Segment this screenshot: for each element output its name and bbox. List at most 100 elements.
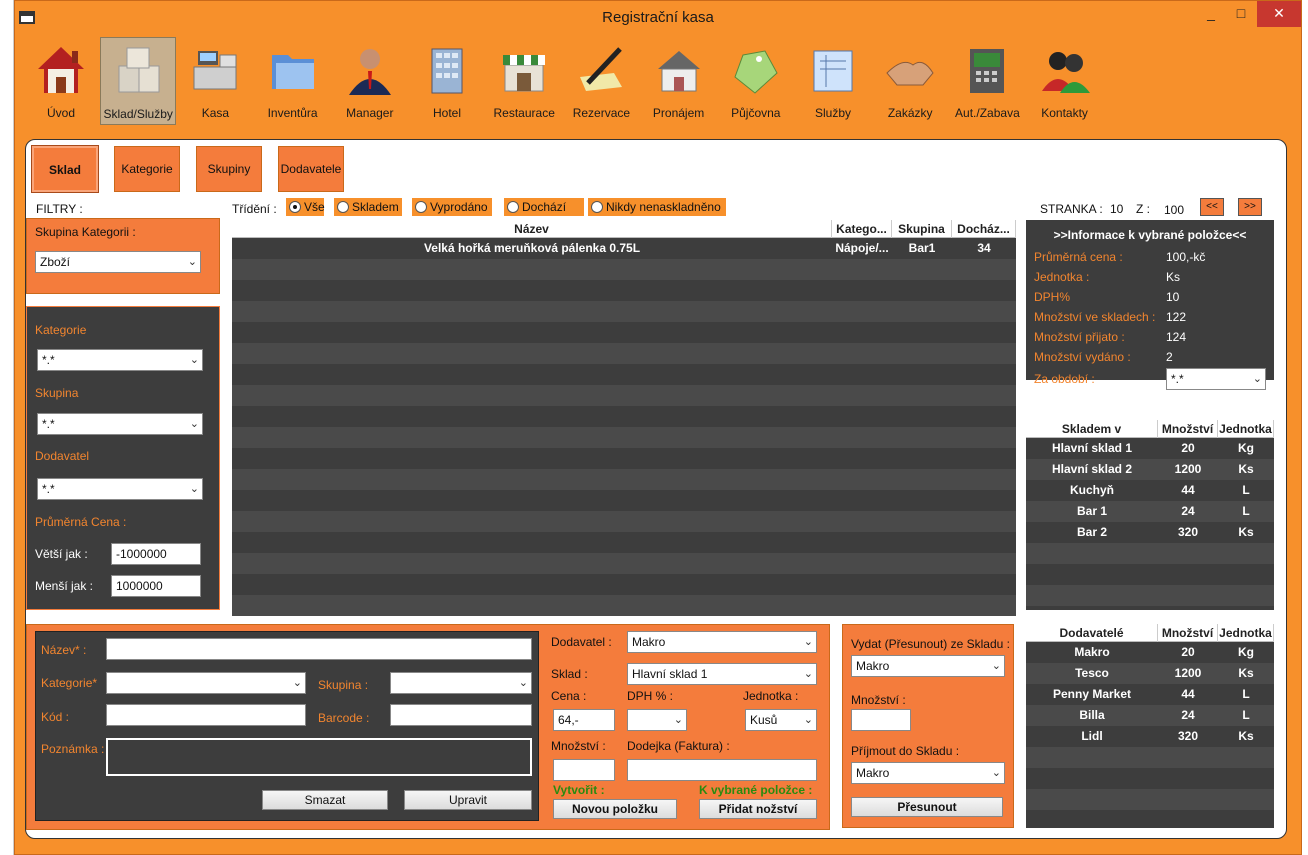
close-button[interactable]: ✕ bbox=[1257, 1, 1301, 27]
kod-input[interactable] bbox=[106, 704, 306, 726]
obdobi-select[interactable]: *.* ⌄ bbox=[1166, 368, 1266, 390]
vydat-select[interactable]: Makro ⌄ bbox=[851, 655, 1005, 677]
col-dodavatele[interactable]: Dodavatelé bbox=[1026, 624, 1158, 642]
col-skupina[interactable]: Skupina bbox=[892, 220, 952, 238]
table-row[interactable]: Bar 2 320 Ks bbox=[1026, 522, 1274, 543]
table-row[interactable] bbox=[232, 406, 1016, 427]
dodavatel-filter-select[interactable]: *.* ⌄ bbox=[37, 478, 203, 500]
next-page-button[interactable]: >> bbox=[1238, 198, 1262, 216]
table-row[interactable] bbox=[232, 280, 1016, 301]
table-row[interactable]: Makro 20 Kg bbox=[1026, 642, 1274, 663]
col-mnozstvi[interactable]: Množství bbox=[1158, 624, 1218, 642]
sort-dochazi[interactable]: Dochází bbox=[504, 198, 584, 216]
col-kategorie[interactable]: Katego... bbox=[832, 220, 892, 238]
toolbar-manager-button[interactable]: Manager bbox=[332, 37, 408, 125]
table-row[interactable]: Billa 24 L bbox=[1026, 705, 1274, 726]
sort-vse[interactable]: Vše bbox=[286, 198, 325, 216]
table-row[interactable] bbox=[232, 574, 1016, 595]
table-row[interactable]: Hlavní sklad 1 20 Kg bbox=[1026, 438, 1274, 459]
mensi-input[interactable]: 1000000 bbox=[111, 575, 201, 597]
toolbar-price-tag-button[interactable]: Půjčovna bbox=[718, 37, 794, 125]
sort-vyprodano[interactable]: Vyprodáno bbox=[412, 198, 492, 216]
table-row[interactable] bbox=[1026, 768, 1274, 789]
tab-kategorie[interactable]: Kategorie bbox=[114, 146, 180, 192]
toolbar-atm-button[interactable]: Aut./Zabava bbox=[949, 37, 1025, 125]
col-dochazi[interactable]: Docház... bbox=[952, 220, 1016, 238]
nazev-input[interactable] bbox=[106, 638, 532, 660]
nova-polozka-button[interactable]: Novou položku bbox=[553, 799, 677, 819]
tab-skupiny[interactable]: Skupiny bbox=[196, 146, 262, 192]
col-jednotka[interactable]: Jednotka bbox=[1218, 624, 1274, 642]
maximize-button[interactable]: □ bbox=[1227, 1, 1255, 27]
dodejka-input[interactable] bbox=[627, 759, 817, 781]
table-row[interactable] bbox=[232, 595, 1016, 616]
toolbar-house-rent-button[interactable]: Pronájem bbox=[641, 37, 717, 125]
table-row[interactable]: Bar 1 24 L bbox=[1026, 501, 1274, 522]
table-row[interactable] bbox=[1026, 789, 1274, 810]
toolbar-building-button[interactable]: Hotel bbox=[409, 37, 485, 125]
skupina-select[interactable]: ⌄ bbox=[390, 672, 532, 694]
toolbar-folder-button[interactable]: Inventůra bbox=[255, 37, 331, 125]
category-group-select[interactable]: Zboží ⌄ bbox=[35, 251, 201, 273]
poznamka-textarea[interactable] bbox=[106, 738, 532, 776]
table-row[interactable] bbox=[232, 301, 1016, 322]
table-row[interactable]: Tesco 1200 Ks bbox=[1026, 663, 1274, 684]
table-row[interactable] bbox=[232, 385, 1016, 406]
dph-select[interactable]: ⌄ bbox=[627, 709, 687, 731]
table-row[interactable]: Lidl 320 Ks bbox=[1026, 726, 1274, 747]
table-row[interactable] bbox=[232, 343, 1016, 364]
pridat-mnozstvi-button[interactable]: Přidat nožství bbox=[699, 799, 817, 819]
col-nazev[interactable]: Název bbox=[232, 220, 832, 238]
toolbar-shop-button[interactable]: Restaurace bbox=[486, 37, 562, 125]
upravit-button[interactable]: Upravit bbox=[404, 790, 532, 810]
table-row[interactable] bbox=[232, 553, 1016, 574]
table-row[interactable] bbox=[1026, 747, 1274, 768]
col-mnozstvi[interactable]: Množství bbox=[1158, 420, 1218, 438]
table-row[interactable] bbox=[1026, 543, 1274, 564]
toolbar-handshake-button[interactable]: Zakázky bbox=[872, 37, 948, 125]
transfer-mnozstvi-input[interactable] bbox=[851, 709, 911, 731]
table-row[interactable]: Penny Market 44 L bbox=[1026, 684, 1274, 705]
mnozstvi-input[interactable] bbox=[553, 759, 615, 781]
prijmout-select[interactable]: Makro ⌄ bbox=[851, 762, 1005, 784]
kategorie-select[interactable]: ⌄ bbox=[106, 672, 306, 694]
tab-sklad[interactable]: Sklad bbox=[31, 145, 99, 193]
tab-dodavatele[interactable]: Dodavatele bbox=[278, 146, 344, 192]
table-row[interactable] bbox=[232, 448, 1016, 469]
col-jednotka[interactable]: Jednotka bbox=[1218, 420, 1274, 438]
table-row[interactable] bbox=[232, 511, 1016, 532]
table-row[interactable] bbox=[232, 427, 1016, 448]
jednotka-select[interactable]: Kusů ⌄ bbox=[745, 709, 817, 731]
toolbar-contacts-button[interactable]: Kontakty bbox=[1027, 37, 1103, 125]
minimize-button[interactable]: _ bbox=[1197, 1, 1225, 27]
cena-input[interactable]: 64,- bbox=[553, 709, 615, 731]
table-row[interactable]: Kuchyň 44 L bbox=[1026, 480, 1274, 501]
presunout-button[interactable]: Přesunout bbox=[851, 797, 1003, 817]
toolbar-pen-button[interactable]: Rezervace bbox=[563, 37, 639, 125]
barcode-input[interactable] bbox=[390, 704, 532, 726]
table-row[interactable] bbox=[232, 322, 1016, 343]
table-row[interactable] bbox=[232, 490, 1016, 511]
sort-nikdy[interactable]: Nikdy nenaskladněno bbox=[588, 198, 726, 216]
table-row[interactable] bbox=[232, 532, 1016, 553]
toolbar-blueprint-button[interactable]: Služby bbox=[795, 37, 871, 125]
kategorie-filter-select[interactable]: *.* ⌄ bbox=[37, 349, 203, 371]
skupina-filter-select[interactable]: *.* ⌄ bbox=[37, 413, 203, 435]
smazat-button[interactable]: Smazat bbox=[262, 790, 388, 810]
sort-skladem[interactable]: Skladem bbox=[334, 198, 402, 216]
toolbar-boxes-button[interactable]: Sklad/Služby bbox=[100, 37, 177, 125]
table-row[interactable] bbox=[1026, 585, 1274, 606]
table-row[interactable] bbox=[232, 469, 1016, 490]
table-row[interactable] bbox=[1026, 564, 1274, 585]
table-row[interactable]: Velká hořká meruňková pálenka 0.75L Nápoj… bbox=[232, 238, 1016, 259]
vetsi-input[interactable]: -1000000 bbox=[111, 543, 201, 565]
sklad-select[interactable]: Hlavní sklad 1 ⌄ bbox=[627, 663, 817, 685]
prev-page-button[interactable]: << bbox=[1200, 198, 1224, 216]
table-row[interactable] bbox=[232, 364, 1016, 385]
table-row[interactable]: Hlavní sklad 2 1200 Ks bbox=[1026, 459, 1274, 480]
toolbar-cash-register-button[interactable]: Kasa bbox=[177, 37, 253, 125]
dodavatel-select[interactable]: Makro ⌄ bbox=[627, 631, 817, 653]
toolbar-house-button[interactable]: Úvod bbox=[23, 37, 99, 125]
table-row[interactable] bbox=[232, 259, 1016, 280]
col-skladem-v[interactable]: Skladem v bbox=[1026, 420, 1158, 438]
